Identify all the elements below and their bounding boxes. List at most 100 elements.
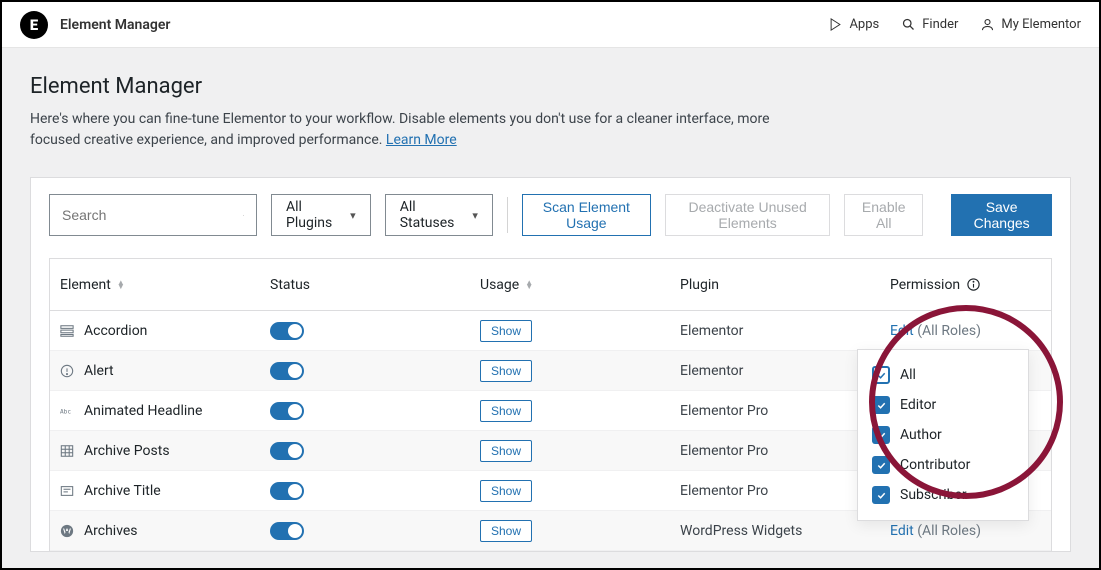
page-content: Element Manager Here's where you can fin… xyxy=(2,48,1099,552)
elementor-logo-icon: E xyxy=(20,11,48,39)
status-toggle[interactable] xyxy=(270,522,304,540)
role-label: Subscriber xyxy=(900,487,967,503)
show-usage-button[interactable]: Show xyxy=(480,320,532,342)
status-cell xyxy=(270,402,480,420)
status-toggle[interactable] xyxy=(270,402,304,420)
usage-cell: Show xyxy=(480,440,680,462)
role-label: Author xyxy=(900,427,942,443)
search-box[interactable] xyxy=(49,194,257,236)
status-toggle[interactable] xyxy=(270,322,304,340)
show-usage-button[interactable]: Show xyxy=(480,480,532,502)
widget-icon xyxy=(60,524,74,538)
col-status: Status xyxy=(270,277,480,293)
element-cell: Abc Animated Headline xyxy=(60,403,270,419)
panel: All Plugins ▾ All Statuses ▾ Scan Elemen… xyxy=(30,177,1071,552)
col-element[interactable]: Element▲▼ xyxy=(60,277,270,293)
scan-usage-button[interactable]: Scan Element Usage xyxy=(522,194,651,236)
element-name: Alert xyxy=(84,363,114,379)
topbar-title: Element Manager xyxy=(60,17,170,33)
status-filter[interactable]: All Statuses ▾ xyxy=(385,194,493,236)
checkbox-icon xyxy=(872,486,890,504)
info-icon[interactable] xyxy=(966,277,981,292)
learn-more-link[interactable]: Learn More xyxy=(386,132,457,148)
plugins-filter[interactable]: All Plugins ▾ xyxy=(271,194,371,236)
role-option[interactable]: Subscriber xyxy=(870,480,1016,510)
checkbox-icon xyxy=(872,396,890,414)
element-name: Accordion xyxy=(84,323,147,339)
widget-icon xyxy=(60,484,74,498)
table-row: Accordion Show ElementorEdit (All Roles) xyxy=(50,311,1051,351)
user-icon xyxy=(980,17,995,32)
role-option[interactable]: All xyxy=(870,360,1016,390)
checkbox-icon xyxy=(872,366,890,384)
show-usage-button[interactable]: Show xyxy=(480,360,532,382)
widget-icon xyxy=(60,364,74,378)
svg-text:Abc: Abc xyxy=(60,408,71,415)
show-usage-button[interactable]: Show xyxy=(480,520,532,542)
usage-cell: Show xyxy=(480,520,680,542)
table-header: Element▲▼ Status Usage▲▼ Plugin Permissi… xyxy=(50,259,1051,311)
permission-cell: Edit (All Roles) xyxy=(890,523,1041,539)
edit-permission-link[interactable]: Edit xyxy=(890,523,914,539)
role-option[interactable]: Contributor xyxy=(870,450,1016,480)
usage-cell: Show xyxy=(480,400,680,422)
element-name: Archive Title xyxy=(84,483,161,499)
element-cell: Archives xyxy=(60,523,270,539)
widget-icon xyxy=(60,324,74,338)
show-usage-button[interactable]: Show xyxy=(480,400,532,422)
element-name: Animated Headline xyxy=(84,403,202,419)
usage-cell: Show xyxy=(480,360,680,382)
toolbar: All Plugins ▾ All Statuses ▾ Scan Elemen… xyxy=(49,194,1052,236)
finder-label: Finder xyxy=(922,17,958,32)
role-label: Editor xyxy=(900,397,936,413)
page-description: Here's where you can fine-tune Elementor… xyxy=(30,109,820,151)
apps-link[interactable]: Apps xyxy=(828,17,879,32)
element-cell: Alert xyxy=(60,363,270,379)
my-account-label: My Elementor xyxy=(1001,17,1081,32)
my-account-link[interactable]: My Elementor xyxy=(980,17,1081,32)
role-option[interactable]: Editor xyxy=(870,390,1016,420)
apps-icon xyxy=(828,17,843,32)
role-label: All xyxy=(900,367,916,383)
search-input[interactable] xyxy=(62,207,243,223)
plugin-cell: Elementor xyxy=(680,323,890,339)
chevron-down-icon: ▾ xyxy=(472,209,478,222)
widget-icon xyxy=(60,444,74,458)
plugin-cell: WordPress Widgets xyxy=(680,523,890,539)
checkbox-icon xyxy=(872,456,890,474)
status-cell xyxy=(270,482,480,500)
elements-table: Element▲▼ Status Usage▲▼ Plugin Permissi… xyxy=(49,258,1052,551)
page-title: Element Manager xyxy=(30,74,1071,99)
finder-link[interactable]: Finder xyxy=(901,17,958,32)
status-cell xyxy=(270,522,480,540)
status-filter-label: All Statuses xyxy=(400,199,455,231)
status-toggle[interactable] xyxy=(270,442,304,460)
element-cell: Accordion xyxy=(60,323,270,339)
role-option[interactable]: Author xyxy=(870,420,1016,450)
status-toggle[interactable] xyxy=(270,482,304,500)
usage-cell: Show xyxy=(480,320,680,342)
element-name: Archives xyxy=(84,523,138,539)
apps-label: Apps xyxy=(849,17,879,32)
status-cell xyxy=(270,442,480,460)
element-name: Archive Posts xyxy=(84,443,170,459)
status-toggle[interactable] xyxy=(270,362,304,380)
col-permission: Permission xyxy=(890,277,1041,293)
status-cell xyxy=(270,322,480,340)
permission-dropdown[interactable]: All Editor Author Contributor Subscriber xyxy=(857,349,1029,521)
search-icon xyxy=(901,17,916,32)
role-label: Contributor xyxy=(900,457,970,473)
plugins-filter-label: All Plugins xyxy=(286,199,332,231)
edit-permission-link[interactable]: Edit xyxy=(890,323,914,339)
save-changes-button[interactable]: Save Changes xyxy=(951,194,1052,236)
element-cell: Archive Posts xyxy=(60,443,270,459)
status-cell xyxy=(270,362,480,380)
roles-text: (All Roles) xyxy=(917,523,981,539)
chevron-down-icon: ▾ xyxy=(350,209,356,222)
col-usage[interactable]: Usage▲▼ xyxy=(480,277,680,293)
sort-icon: ▲▼ xyxy=(525,281,533,289)
usage-cell: Show xyxy=(480,480,680,502)
show-usage-button[interactable]: Show xyxy=(480,440,532,462)
permission-cell: Edit (All Roles) xyxy=(890,323,1041,339)
enable-all-button: Enable All xyxy=(844,194,923,236)
